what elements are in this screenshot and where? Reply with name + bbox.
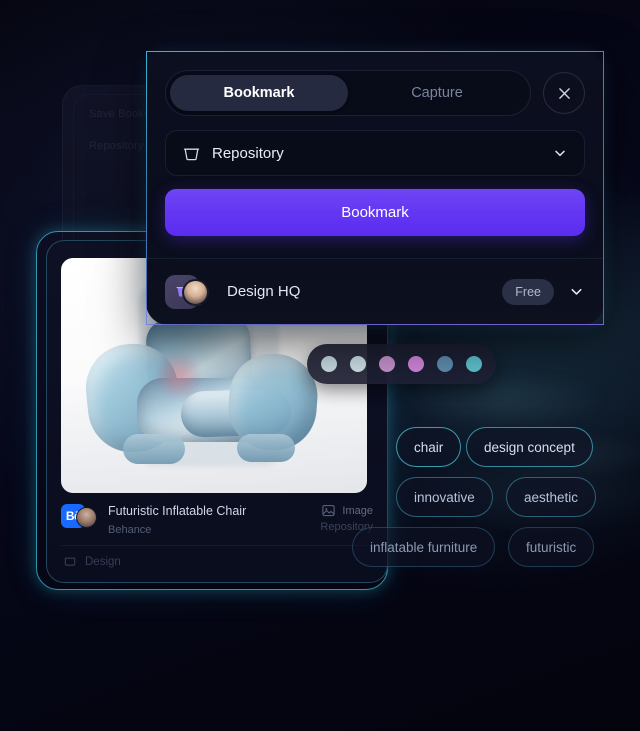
repository-value: Repository (212, 144, 284, 162)
tag-icon (64, 557, 76, 566)
tab-segment-control[interactable]: Bookmark Capture (165, 70, 531, 116)
bookmark-submit-label: Bookmark (341, 204, 409, 221)
tag-pill-chair[interactable]: chair (396, 427, 462, 467)
avatar (76, 507, 97, 528)
tag-pill-innovative[interactable]: innovative (396, 477, 493, 517)
color-swatch-5[interactable] (437, 356, 453, 372)
repository-select[interactable]: Repository (165, 130, 585, 176)
tag-label: aesthetic (524, 489, 579, 505)
tag-pill-futuristic[interactable]: futuristic (508, 527, 595, 567)
color-swatch-2[interactable] (350, 356, 366, 372)
workspace-name: Design HQ (227, 283, 301, 300)
tag-label: design concept (484, 439, 575, 455)
saved-card-meta: Bē Futuristic Inflatable Chair Behance I… (61, 503, 373, 538)
app-background: Save Bookmark Repository New Repository … (0, 0, 640, 731)
plan-badge: Free (502, 278, 554, 305)
saved-card-tag[interactable]: Design (63, 555, 121, 569)
tag-label: inflatable furniture (370, 539, 478, 555)
chevron-down-icon[interactable] (552, 145, 568, 161)
plan-badge-label: Free (515, 284, 541, 299)
bookmark-submit-button[interactable]: Bookmark (165, 189, 585, 236)
tag-pill-design-concept[interactable]: design concept (466, 427, 593, 467)
tab-bookmark-label: Bookmark (223, 85, 295, 101)
workspace-avatar-icon (165, 274, 213, 309)
color-swatch-6[interactable] (466, 356, 482, 372)
chevron-down-icon[interactable] (568, 283, 585, 300)
source-avatars: Bē (61, 504, 99, 530)
bucket-icon (183, 148, 200, 160)
avatar (182, 278, 209, 306)
color-swatch-4[interactable] (408, 356, 424, 372)
modal-tabbar: Bookmark Capture (165, 70, 585, 116)
tag-pill-inflatable-furniture[interactable]: inflatable furniture (352, 527, 496, 567)
color-palette-strip[interactable] (307, 344, 496, 384)
workspace-footer[interactable]: Design HQ Free (147, 258, 603, 324)
saved-card-title: Futuristic Inflatable Chair (108, 504, 247, 518)
image-icon (322, 504, 336, 517)
color-swatch-1[interactable] (321, 356, 337, 372)
tag-label: futuristic (526, 539, 577, 555)
bookmark-modal: Bookmark Capture Repository Bookmark Des… (146, 51, 604, 325)
tag-pill-aesthetic[interactable]: aesthetic (506, 477, 597, 517)
ghost-row: Repository (89, 140, 144, 152)
tab-bookmark[interactable]: Bookmark (170, 75, 348, 111)
tab-capture-label: Capture (411, 85, 463, 101)
saved-card-source: Behance (108, 524, 152, 536)
close-button[interactable] (543, 72, 585, 114)
saved-card-tag-label: Design (85, 556, 121, 568)
saved-card-type: Image (342, 504, 373, 517)
tag-label: chair (414, 439, 444, 455)
color-swatch-3[interactable] (379, 356, 395, 372)
divider (61, 545, 373, 546)
tag-label: innovative (414, 489, 475, 505)
tab-capture[interactable]: Capture (348, 75, 526, 111)
close-icon (558, 87, 570, 99)
